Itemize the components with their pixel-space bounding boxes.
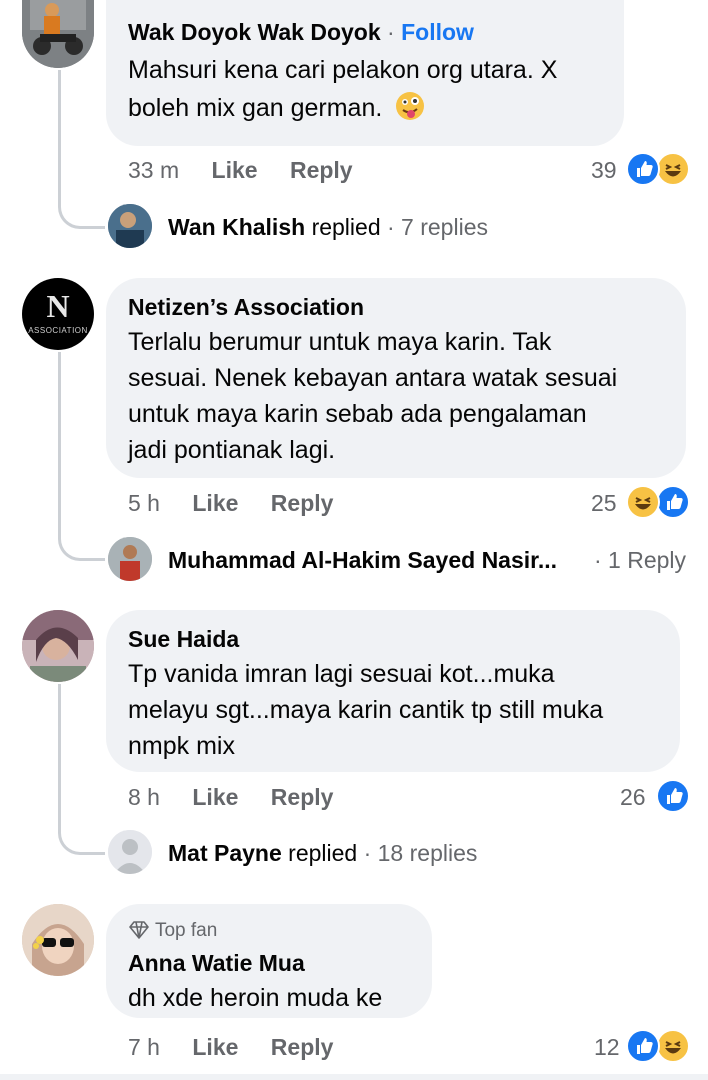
comment-actions: 5 h Like Reply <box>128 490 333 517</box>
reply-author[interactable]: Mat Payne <box>168 840 282 866</box>
avatar-muhammad-al-hakim[interactable] <box>108 537 152 581</box>
like-button[interactable]: Like <box>192 490 238 516</box>
reply-button[interactable]: Reply <box>271 490 334 516</box>
comment-line: nmpk mix <box>128 732 235 760</box>
comment-author[interactable]: Anna Watie Mua <box>128 950 305 977</box>
like-reaction-icon <box>626 152 660 186</box>
tongue-emoji-icon <box>395 91 425 121</box>
thread-line <box>58 684 105 855</box>
avatar-netizens-association[interactable]: N ASSOCIATION <box>22 278 94 350</box>
comment-actions: 8 h Like Reply <box>128 784 333 811</box>
top-fan-badge: Top fan <box>128 920 217 942</box>
reply-button[interactable]: Reply <box>271 784 334 810</box>
reply-author[interactable]: Muhammad Al-Hakim Sayed Nasir... <box>168 547 557 573</box>
reply-preview[interactable]: Muhammad Al-Hakim Sayed Nasir... <box>168 547 557 574</box>
comment-actions: 7 h Like Reply <box>128 1034 333 1061</box>
reaction-count[interactable]: 39 <box>591 157 617 184</box>
avatar-wan-khalish[interactable] <box>108 204 152 248</box>
haha-reaction-icon <box>656 152 690 186</box>
reaction-count[interactable]: 26 <box>620 784 646 811</box>
comment-line: boleh mix gan german. <box>128 94 383 122</box>
follow-button[interactable]: Follow <box>401 19 474 45</box>
thread-line <box>58 70 105 229</box>
like-button[interactable]: Like <box>212 157 258 183</box>
comment-author[interactable]: Netizen’s Association <box>128 294 364 321</box>
replied-label: replied <box>288 840 358 866</box>
comment-author[interactable]: Wak Doyok Wak Doyok · Follow <box>128 19 474 46</box>
author-name[interactable]: Wak Doyok Wak Doyok <box>128 19 381 45</box>
like-reaction-icon <box>656 485 690 519</box>
thread-line <box>58 352 105 561</box>
comment-line: jadi pontianak lagi. <box>128 436 336 464</box>
reply-author[interactable]: Wan Khalish <box>168 214 305 240</box>
haha-reaction-icon <box>656 1029 690 1063</box>
reaction-count[interactable]: 12 <box>594 1034 620 1061</box>
timestamp[interactable]: 8 h <box>128 784 160 810</box>
comment-line: Mahsuri kena cari pelakon org utara. X <box>128 56 558 84</box>
comment-line: sesuai. Nenek kebayan antara watak sesua… <box>128 364 618 392</box>
comment-text: Mahsuri kena cari pelakon org utara. X b… <box>128 52 608 126</box>
avatar-mat-payne[interactable] <box>108 830 152 874</box>
haha-reaction-icon <box>626 485 660 519</box>
reaction-count[interactable]: 25 <box>591 490 617 517</box>
comment-text: dh xde heroin muda ke <box>128 984 383 1012</box>
avatar-letter: N <box>46 288 70 324</box>
replied-label: replied <box>311 214 381 240</box>
comment-text: Tp vanida imran lagi sesuai kot...muka m… <box>128 656 678 764</box>
avatar-anna-watie-mua[interactable] <box>22 904 94 976</box>
avatar-word: ASSOCIATION <box>28 326 88 335</box>
like-button[interactable]: Like <box>192 784 238 810</box>
timestamp[interactable]: 33 m <box>128 157 179 183</box>
reply-button[interactable]: Reply <box>271 1034 334 1060</box>
comment-line: melayu sgt...maya karin cantik tp still … <box>128 696 604 724</box>
reply-preview[interactable]: Mat Payne replied · 18 replies <box>168 840 477 867</box>
bottom-divider <box>0 1074 708 1080</box>
replies-count[interactable]: · 18 replies <box>364 840 478 866</box>
replies-count-label[interactable]: · 1 Reply <box>594 547 686 573</box>
replies-count[interactable]: · 1 Reply <box>594 547 686 574</box>
like-reaction-icon <box>626 1029 660 1063</box>
comment-line: untuk maya karin sebab ada pengalaman <box>128 400 587 428</box>
avatar-wak-doyok[interactable] <box>22 0 94 68</box>
separator-dot: · <box>387 19 402 45</box>
diamond-icon <box>128 921 150 939</box>
badge-label: Top fan <box>154 920 218 941</box>
replies-count[interactable]: · 7 replies <box>387 214 488 240</box>
comment-line: Tp vanida imran lagi sesuai kot...muka <box>128 660 555 688</box>
avatar-sue-haida[interactable] <box>22 610 94 682</box>
like-button[interactable]: Like <box>192 1034 238 1060</box>
timestamp[interactable]: 7 h <box>128 1034 160 1060</box>
comment-line: Terlalu berumur untuk maya karin. Tak <box>128 328 552 356</box>
reply-button[interactable]: Reply <box>290 157 353 183</box>
timestamp[interactable]: 5 h <box>128 490 160 516</box>
comment-actions: 33 m Like Reply <box>128 157 353 184</box>
comment-text: Terlalu berumur untuk maya karin. Tak se… <box>128 324 678 468</box>
comment-author[interactable]: Sue Haida <box>128 626 239 653</box>
reply-preview[interactable]: Wan Khalish replied · 7 replies <box>168 214 488 241</box>
like-reaction-icon <box>656 779 690 813</box>
